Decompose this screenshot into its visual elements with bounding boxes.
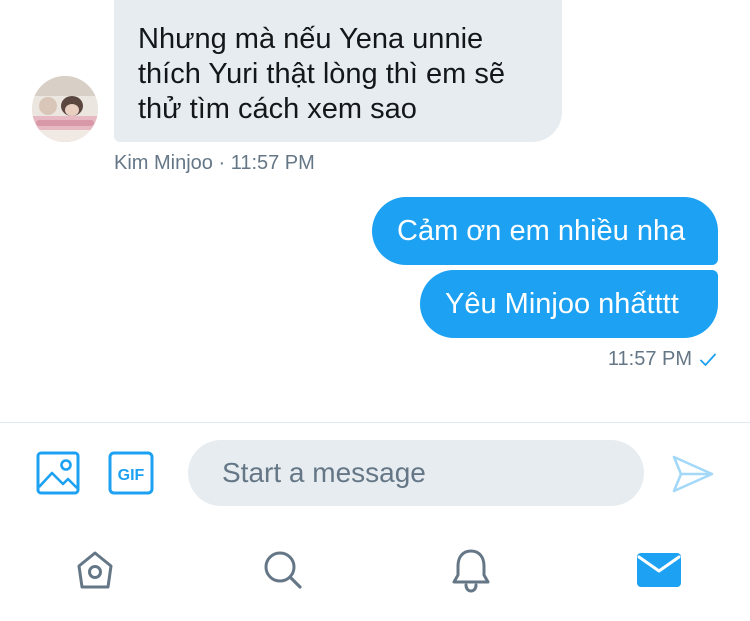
check-icon: [700, 353, 716, 366]
outgoing-message-text: Yêu Minjoo nhấtttt: [445, 288, 679, 320]
outgoing-message-meta: 11:57 PM: [608, 348, 716, 371]
incoming-message-meta: Kim Minjoo · 11:57 PM: [114, 152, 315, 174]
bell-icon: [452, 549, 490, 593]
send-button[interactable]: [670, 451, 716, 497]
message-input[interactable]: [188, 440, 644, 506]
tab-search[interactable]: [258, 545, 308, 595]
image-icon: [36, 451, 80, 495]
outgoing-message-bubble[interactable]: Yêu Minjoo nhấtttt: [420, 270, 718, 338]
composer-divider: [0, 422, 750, 423]
outgoing-message-time: 11:57 PM: [607, 348, 692, 370]
add-gif-button[interactable]: GIF: [108, 451, 154, 495]
mail-icon: [637, 553, 681, 587]
home-icon: [77, 551, 113, 589]
avatar[interactable]: [32, 76, 98, 142]
dm-conversation-screen: Nhưng mà nếu Yena unnie thích Yuri thật …: [0, 0, 750, 621]
outgoing-message-bubble[interactable]: Cảm ơn em nhiều nha: [372, 197, 718, 265]
add-photo-button[interactable]: [36, 451, 80, 495]
search-icon: [264, 551, 302, 589]
avatar-image: [32, 76, 98, 142]
incoming-message-text: Nhưng mà nếu Yena unnie thích Yuri thật …: [138, 23, 506, 125]
tab-notifications[interactable]: [446, 545, 496, 595]
gif-icon: GIF: [108, 451, 154, 495]
tab-home[interactable]: [70, 545, 120, 595]
gif-label: GIF: [118, 467, 145, 484]
outgoing-message-text: Cảm ơn em nhiều nha: [397, 215, 686, 247]
send-icon: [672, 455, 714, 493]
tab-messages[interactable]: [634, 545, 684, 595]
